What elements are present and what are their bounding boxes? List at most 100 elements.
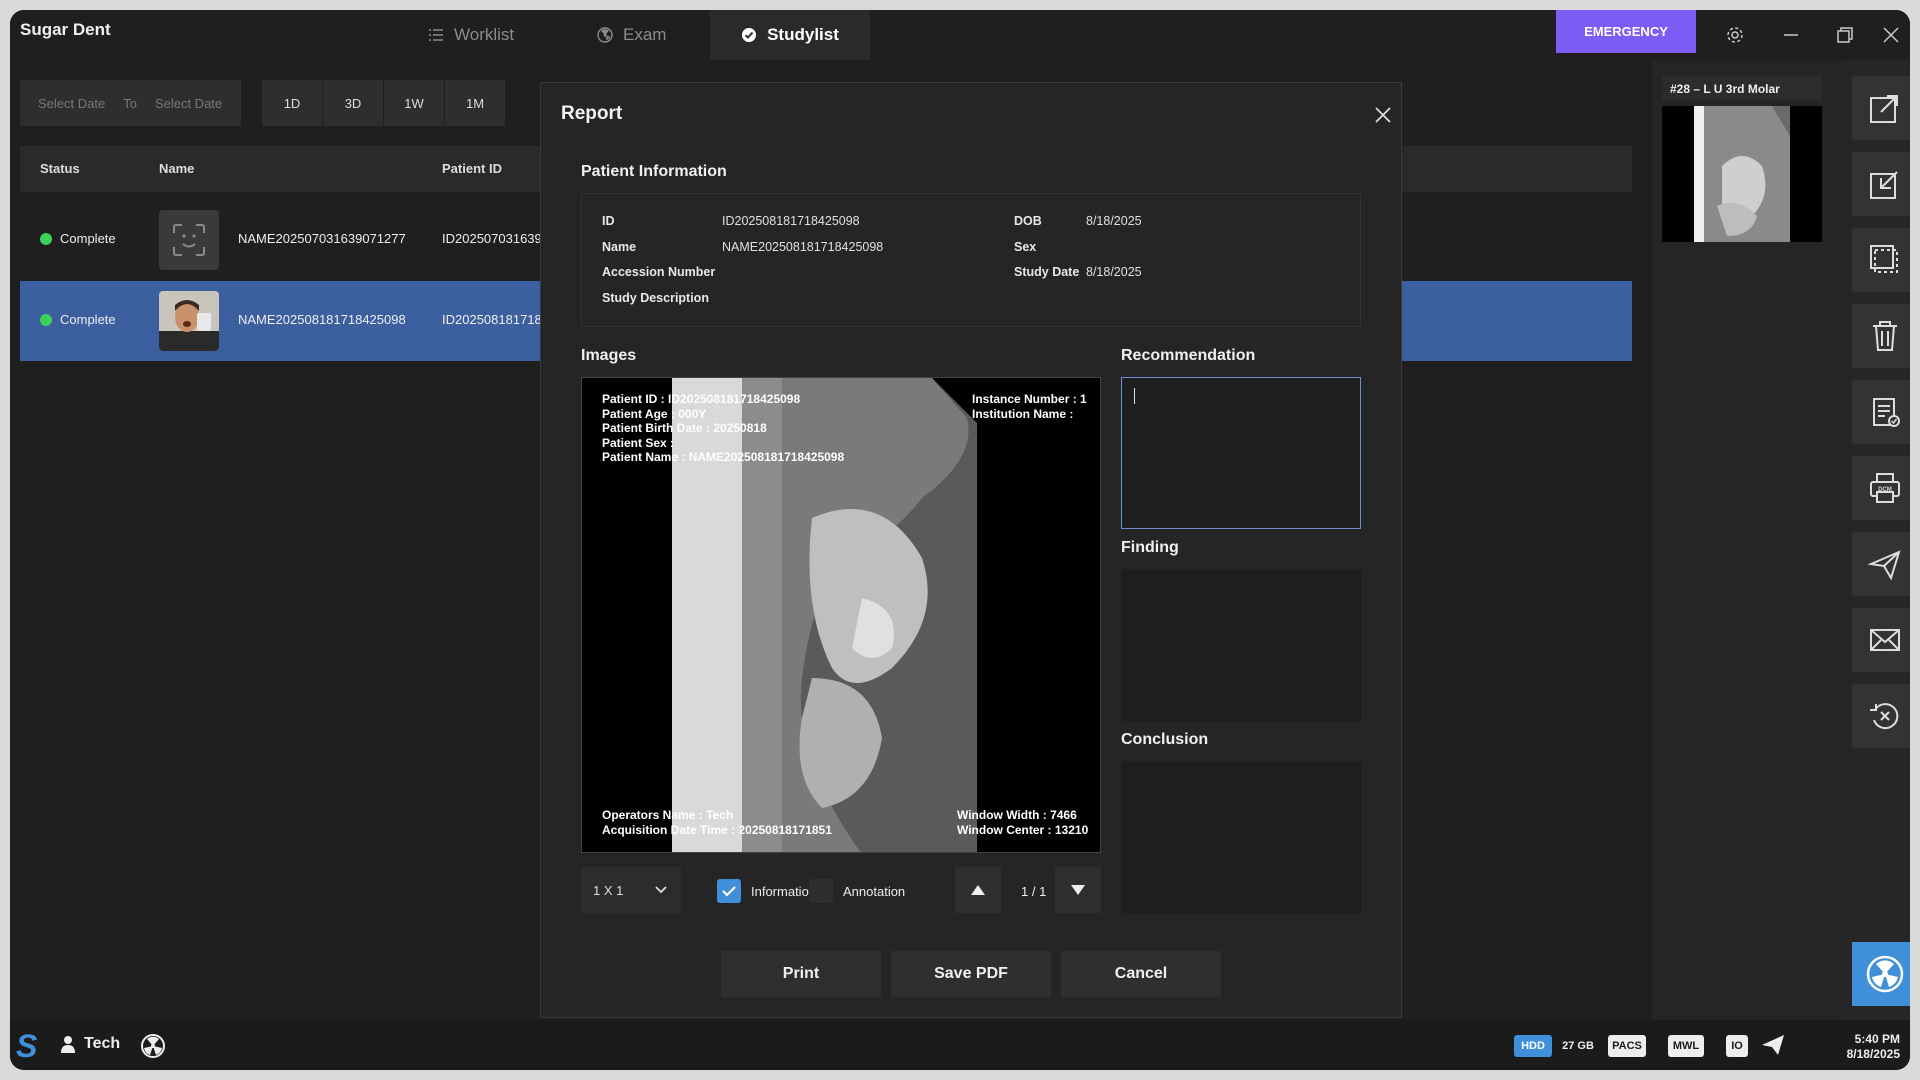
text-cursor [1134, 388, 1135, 404]
user-name: Tech [84, 1035, 121, 1052]
app-title: Sugar Dent [20, 20, 111, 39]
app-logo: S [16, 1028, 38, 1064]
tab-label: Exam [623, 25, 667, 44]
import-icon[interactable] [1852, 152, 1910, 216]
layout-select[interactable]: 1 X 1 [581, 867, 681, 913]
title-bar: Sugar Dent Worklist Exam Studylist EMERG… [10, 10, 1910, 60]
range-1w-button[interactable]: 1W [384, 80, 444, 126]
patient-name: NAME202508181718425098 [238, 312, 406, 327]
next-page-button[interactable] [1055, 867, 1101, 913]
status-cell: Complete [40, 231, 116, 246]
finding-title: Finding [1121, 539, 1179, 556]
face-placeholder-icon [159, 210, 219, 270]
io-badge: IO [1726, 1035, 1748, 1057]
from-date-input[interactable]: Select Date [38, 96, 105, 111]
overlay-top-left: Patient ID : ID202508181718425098 Patien… [602, 392, 845, 464]
trash-icon[interactable] [1852, 304, 1910, 368]
overlay-top-right: Instance Number : 1 Institution Name : [972, 392, 1087, 421]
patient-name: NAME202507031639071277 [238, 231, 406, 246]
column-patient-id[interactable]: Patient ID [442, 161, 502, 176]
information-checkbox[interactable] [717, 879, 741, 903]
chevron-down-icon [655, 886, 667, 894]
radiation-icon[interactable] [140, 1033, 166, 1059]
user-icon [61, 1036, 75, 1053]
recommendation-title: Recommendation [1121, 347, 1256, 364]
hdd-badge: HDD [1514, 1035, 1552, 1057]
report-dialog: Report Patient Information ID ID20250818… [540, 82, 1402, 1018]
triangle-up-icon [971, 885, 985, 895]
layout-value: 1 X 1 [593, 882, 624, 898]
dob-value: 8/18/2025 [1086, 214, 1142, 228]
save-pdf-button[interactable]: Save PDF [891, 951, 1051, 997]
status-bar: S Tech HDD 27 GB PACS MWL IO 5:40 PM 8/1… [10, 1020, 1910, 1070]
recommendation-textarea[interactable] [1121, 377, 1361, 529]
send-icon[interactable] [1760, 1033, 1786, 1057]
to-label: To [123, 95, 137, 111]
overlay-bottom-left: Operators Name : Tech Acquisition Date T… [602, 808, 832, 837]
dob-label: DOB [1014, 214, 1042, 228]
app-window: Sugar Dent Worklist Exam Studylist EMERG… [10, 10, 1910, 1070]
patient-photo [159, 291, 219, 351]
cancel-button[interactable]: Cancel [1061, 951, 1221, 997]
status-dot [40, 313, 52, 326]
checkmark-icon [722, 886, 736, 897]
conclusion-title: Conclusion [1121, 731, 1209, 748]
id-label: ID [602, 214, 615, 228]
current-user[interactable]: Tech [60, 1035, 120, 1053]
date-range-filter[interactable]: Select Date To Select Date [20, 80, 241, 126]
status-text: Complete [60, 231, 116, 246]
tooth-thumbnail[interactable] [1662, 106, 1822, 242]
range-1d-button[interactable]: 1D [262, 80, 322, 126]
range-1m-button[interactable]: 1M [445, 80, 505, 126]
dicom-print-icon[interactable]: DCM [1852, 456, 1910, 520]
emergency-button[interactable]: EMERGENCY [1556, 10, 1696, 53]
send-icon[interactable] [1852, 532, 1910, 596]
close-icon[interactable] [1876, 20, 1906, 50]
to-date-input[interactable]: Select Date [155, 96, 222, 111]
previous-page-button[interactable] [955, 867, 1001, 913]
status-cell: Complete [40, 312, 116, 327]
annotation-label: Annotation [843, 884, 906, 899]
select-area-icon[interactable] [1852, 228, 1910, 292]
radiation-icon[interactable] [1852, 942, 1910, 1006]
column-status[interactable]: Status [40, 161, 80, 176]
clock-time: 5:40 PM [1854, 1032, 1900, 1046]
gear-icon[interactable] [1720, 20, 1750, 50]
range-3d-button[interactable]: 3D [323, 80, 383, 126]
xray-image[interactable]: Patient ID : ID202508181718425098 Patien… [581, 377, 1101, 853]
tab-worklist[interactable]: Worklist [394, 10, 548, 60]
tab-exam[interactable]: Exam [563, 10, 700, 60]
tab-studylist[interactable]: Studylist [710, 10, 870, 60]
radiation-icon [597, 27, 613, 43]
hdd-free-space: 27 GB [1562, 1040, 1594, 1052]
minimize-icon[interactable] [1776, 20, 1806, 50]
overlay-bottom-right: Window Width : 7466 Window Center : 1321… [957, 808, 1089, 837]
name-label: Name [602, 240, 637, 254]
restore-icon[interactable] [1830, 20, 1860, 50]
close-icon[interactable] [1373, 105, 1393, 125]
svg-text:DCM: DCM [1878, 487, 1892, 493]
accession-label: Accession Number [602, 265, 716, 279]
study-date-value: 8/18/2025 [1086, 265, 1142, 279]
mail-icon[interactable] [1852, 608, 1910, 672]
report-icon[interactable] [1852, 380, 1910, 444]
export-icon[interactable] [1852, 76, 1910, 140]
tooth-label: #28 – L U 3rd Molar [1662, 76, 1822, 100]
tab-label: Studylist [767, 25, 839, 44]
finding-textarea[interactable] [1121, 569, 1361, 721]
column-name[interactable]: Name [159, 161, 194, 176]
pacs-badge: PACS [1608, 1035, 1646, 1057]
status-text: Complete [60, 312, 116, 327]
study-date-label: Study Date [1014, 265, 1080, 279]
tab-label: Worklist [454, 25, 515, 44]
id-value: ID202508181718425098 [722, 214, 860, 228]
annotation-checkbox[interactable] [809, 879, 833, 903]
patient-info-title: Patient Information [581, 163, 727, 180]
print-button[interactable]: Print [721, 951, 881, 997]
dialog-title: Report [561, 103, 623, 124]
restore-cancel-icon[interactable] [1852, 684, 1910, 748]
conclusion-textarea[interactable] [1121, 761, 1361, 913]
information-label: Information [751, 884, 817, 899]
mwl-badge: MWL [1668, 1035, 1704, 1057]
patient-info-box: ID ID202508181718425098 Name NAME2025081… [581, 193, 1361, 327]
